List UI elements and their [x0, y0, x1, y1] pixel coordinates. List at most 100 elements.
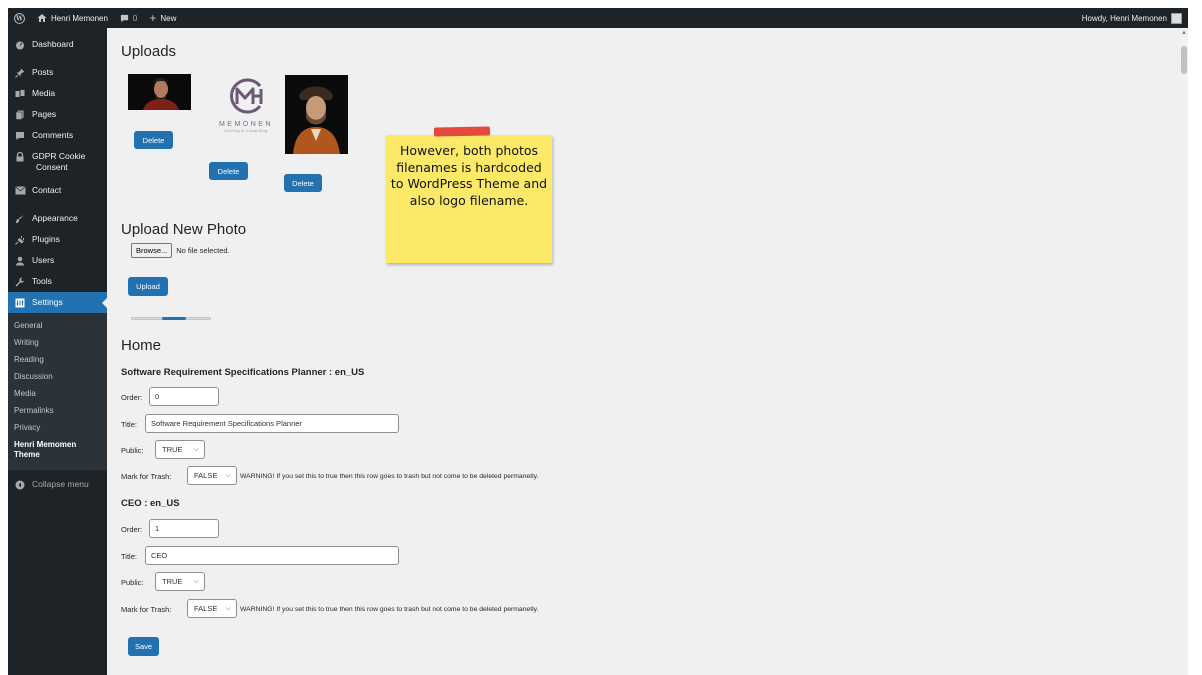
tape-strip — [433, 126, 491, 137]
uploaded-photo-1 — [128, 74, 191, 110]
sticky-note-text: However, both photos filenames is hardco… — [390, 143, 548, 208]
home-icon — [37, 14, 47, 22]
admin-bar: W Henri Memonen 0 + New Howdy, Henri Mem… — [8, 8, 1188, 28]
row-2-heading: CEO : en_US — [121, 498, 180, 509]
settings-icon — [14, 292, 26, 313]
main-content: Uploads Delete MEMONEN Holding & Consult… — [121, 28, 1181, 675]
scroll-up-arrow-icon[interactable]: ▲ — [1181, 30, 1187, 36]
wrench-icon — [14, 271, 26, 292]
menu-item-posts[interactable]: Posts — [8, 62, 107, 83]
trash-label: Mark for Trash: — [121, 472, 172, 481]
gdpr-label-line1: GDPR Cookie — [32, 151, 86, 161]
wordpress-logo-icon[interactable]: W — [8, 8, 31, 28]
title-label: Title: — [121, 420, 137, 429]
submenu-permalinks[interactable]: Permalinks — [8, 402, 107, 419]
svg-text:W: W — [15, 15, 23, 22]
howdy-text: Howdy, Henri Memonen — [1081, 13, 1167, 23]
file-picker: Browse... No file selected. — [131, 243, 230, 258]
submenu-discussion[interactable]: Discussion — [8, 368, 107, 385]
menu-item-users[interactable]: Users — [8, 250, 107, 271]
admin-sidebar: Dashboard Posts Media Pages Comments GDP… — [8, 28, 108, 675]
mail-icon — [14, 180, 26, 201]
delete-photo-2-button[interactable]: Delete — [284, 174, 322, 192]
collapse-menu-button[interactable]: Collapse menu — [8, 474, 107, 495]
comment-bubble-icon — [120, 14, 129, 22]
uploaded-photo-2 — [285, 75, 348, 154]
upload-button[interactable]: Upload — [128, 277, 168, 296]
row-2-title-input[interactable]: CEO — [145, 546, 399, 565]
home-heading: Home — [121, 337, 162, 354]
menu-item-media[interactable]: Media — [8, 83, 107, 104]
row-2-order-input[interactable]: 1 — [149, 519, 219, 538]
my-account-link[interactable]: Howdy, Henri Memonen — [1076, 8, 1188, 28]
dashboard-icon — [14, 34, 26, 55]
menu-item-gdpr-cookie-consent[interactable]: GDPR Cookie Consent — [8, 146, 107, 180]
browse-button[interactable]: Browse... — [131, 243, 173, 258]
delete-logo-button[interactable]: Delete — [209, 162, 248, 180]
row-1-title-input[interactable]: Software Requirement Specifications Plan… — [145, 414, 399, 433]
row-1-trash-select[interactable]: FALSE ⌵ — [187, 466, 237, 485]
plus-icon: + — [149, 11, 157, 25]
browser-viewport: W Henri Memonen 0 + New Howdy, Henri Mem… — [8, 8, 1188, 675]
submenu-writing[interactable]: Writing — [8, 334, 107, 351]
slider-fill — [162, 317, 186, 320]
order-label: Order: — [121, 525, 143, 534]
public-label: Public: — [121, 578, 144, 587]
pin-icon — [14, 62, 26, 83]
row-1-public-select[interactable]: TRUE ⌵ — [155, 440, 205, 459]
logo-tagline: Holding & Consulting — [224, 128, 268, 133]
comments-link[interactable]: 0 — [114, 8, 143, 28]
avatar — [1171, 12, 1182, 24]
menu-item-comments[interactable]: Comments — [8, 125, 107, 146]
menu-item-plugins[interactable]: Plugins — [8, 229, 107, 250]
users-icon — [14, 250, 26, 271]
lock-icon — [14, 151, 26, 162]
new-content-link[interactable]: + New — [143, 8, 182, 28]
menu-item-dashboard[interactable]: Dashboard — [8, 34, 107, 55]
title-label: Title: — [121, 552, 137, 561]
comment-icon — [14, 125, 26, 146]
trash-warning: WARNING! If you set this to true then th… — [240, 473, 539, 480]
chevron-down-icon: ⌵ — [193, 445, 199, 453]
chevron-down-icon: ⌵ — [193, 577, 199, 585]
save-button[interactable]: Save — [128, 637, 159, 656]
media-icon — [14, 83, 26, 104]
site-name-link[interactable]: Henri Memonen — [31, 8, 114, 28]
order-label: Order: — [121, 393, 143, 402]
menu-item-tools[interactable]: Tools — [8, 271, 107, 292]
new-label: New — [160, 13, 177, 23]
delete-photo-1-button[interactable]: Delete — [134, 131, 173, 149]
uploads-heading: Uploads — [121, 43, 177, 60]
gdpr-label-line2: Consent — [36, 162, 68, 172]
chevron-down-icon: ⌵ — [225, 471, 231, 479]
trash-label: Mark for Trash: — [121, 605, 172, 614]
menu-item-settings[interactable]: Settings — [8, 292, 108, 313]
submenu-media[interactable]: Media — [8, 385, 107, 402]
plugin-icon — [14, 229, 26, 250]
row-2-public-select[interactable]: TRUE ⌵ — [155, 572, 205, 591]
mh-logo-icon — [230, 78, 263, 114]
settings-submenu: General Writing Reading Discussion Media… — [8, 313, 107, 470]
comments-count: 0 — [132, 13, 138, 23]
row-1-heading: Software Requirement Specifications Plan… — [121, 367, 365, 378]
page-scrollbar[interactable]: ▲ — [1180, 28, 1188, 675]
scrollbar-thumb[interactable] — [1181, 46, 1187, 74]
row-2-trash-select[interactable]: FALSE ⌵ — [187, 599, 237, 618]
company-logo: MEMONEN Holding & Consulting — [217, 76, 275, 154]
upload-new-photo-heading: Upload New Photo — [121, 221, 247, 238]
brush-icon — [14, 208, 26, 229]
menu-item-appearance[interactable]: Appearance — [8, 208, 107, 229]
trash-warning: WARNING! If you set this to true then th… — [240, 606, 539, 613]
site-name: Henri Memonen — [51, 13, 108, 23]
submenu-privacy[interactable]: Privacy — [8, 419, 107, 436]
progress-slider[interactable] — [131, 317, 211, 320]
pages-icon — [14, 104, 26, 125]
no-file-text: No file selected. — [176, 246, 230, 255]
submenu-general[interactable]: General — [8, 317, 107, 334]
submenu-henri-memomen-theme[interactable]: Henri Memomen Theme — [8, 436, 107, 464]
menu-item-contact[interactable]: Contact — [8, 180, 107, 201]
public-label: Public: — [121, 446, 144, 455]
menu-item-pages[interactable]: Pages — [8, 104, 107, 125]
submenu-reading[interactable]: Reading — [8, 351, 107, 368]
row-1-order-input[interactable]: 0 — [149, 387, 219, 406]
